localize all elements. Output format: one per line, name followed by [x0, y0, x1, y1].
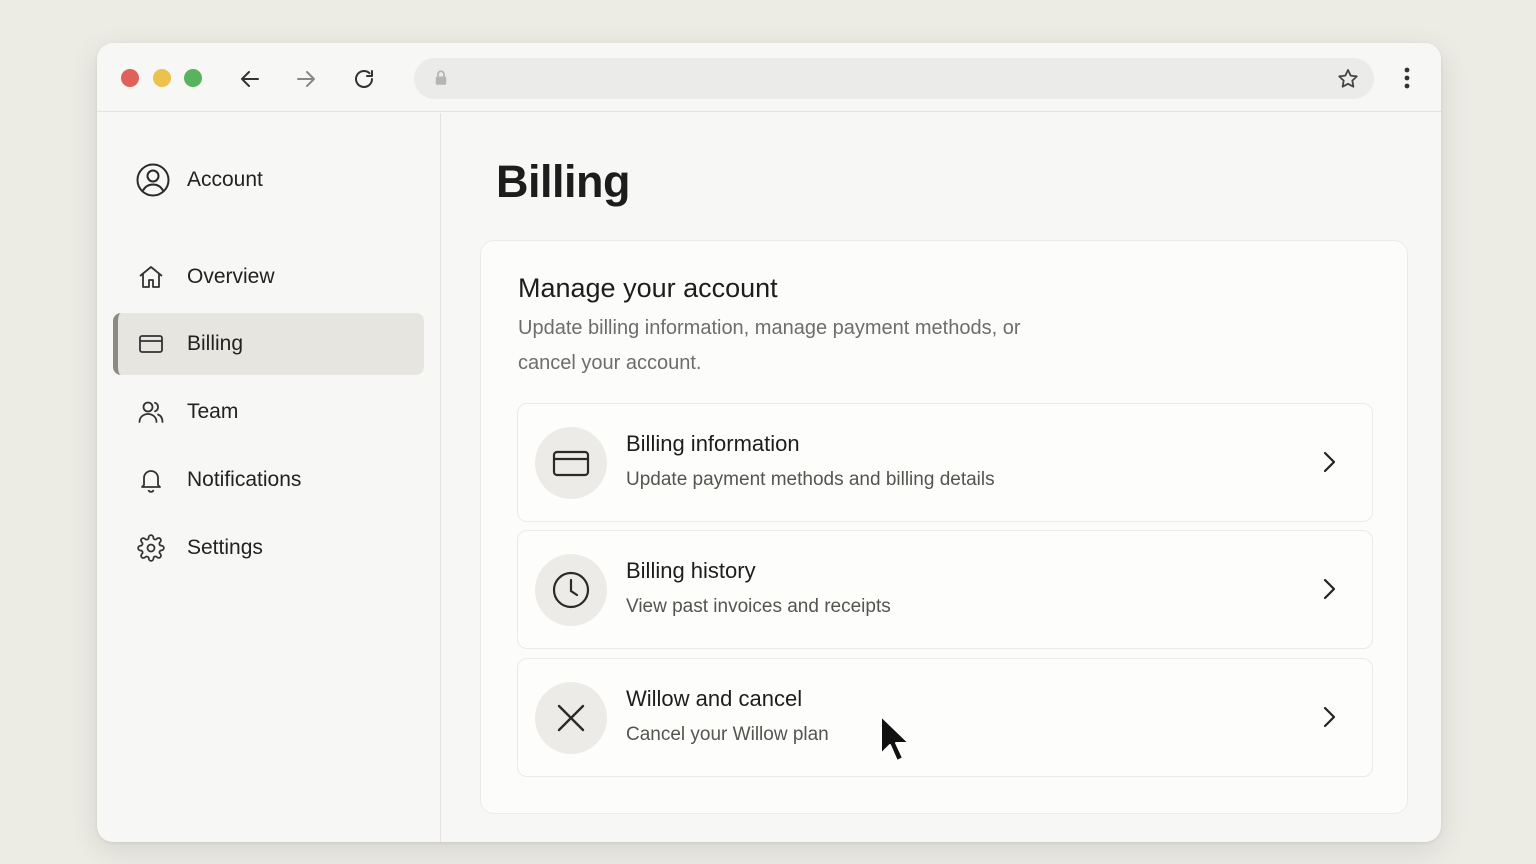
row-title: Billing information — [626, 431, 800, 456]
minimize-window-button[interactable] — [153, 69, 171, 87]
row-subtitle: View past invoices and receipts — [626, 596, 891, 617]
sidebar-item-label: Settings — [187, 536, 263, 559]
forward-button[interactable] — [291, 64, 321, 94]
browser-window: Account Overview Billing Team Notificati… — [97, 43, 1441, 842]
row-subtitle: Cancel your Willow plan — [626, 724, 829, 745]
user-circle-icon — [136, 163, 170, 197]
clock-icon — [552, 571, 590, 609]
address-bar[interactable] — [414, 58, 1374, 99]
sidebar-item-settings[interactable]: Settings — [113, 517, 424, 579]
chevron-right-icon — [1323, 578, 1336, 600]
sidebar-item-notifications[interactable]: Notifications — [113, 449, 424, 511]
account-header[interactable]: Account — [135, 161, 263, 199]
sidebar-item-label: Billing — [187, 332, 244, 355]
back-button[interactable] — [235, 64, 265, 94]
credit-card-icon — [552, 450, 590, 477]
sidebar-item-label: Overview — [187, 265, 275, 288]
row-icon-circle — [535, 554, 607, 626]
sidebar-item-billing[interactable]: Billing — [113, 313, 424, 375]
row-title: Willow and cancel — [626, 686, 803, 711]
bell-icon — [141, 470, 161, 493]
users-icon — [138, 401, 164, 423]
main-content: Billing Manage your account Update billi… — [442, 113, 1441, 842]
sidebar-item-label: Notifications — [187, 468, 302, 491]
star-icon[interactable] — [1336, 67, 1360, 91]
billing-information-row[interactable]: Billing information Update payment metho… — [517, 403, 1373, 522]
row-title: Billing history — [626, 558, 756, 583]
lock-icon — [435, 70, 447, 85]
row-subtitle: Update payment methods and billing detai… — [626, 469, 995, 490]
sidebar-item-label: Team — [187, 400, 239, 423]
chevron-right-icon — [1323, 706, 1336, 728]
account-label: Account — [187, 168, 263, 191]
row-icon-circle — [535, 427, 607, 499]
reload-icon — [355, 70, 373, 88]
forward-arrow-icon — [297, 71, 315, 87]
row-icon-circle — [535, 682, 607, 754]
card-heading: Manage your account — [518, 273, 778, 303]
chevron-right-icon — [1323, 451, 1336, 473]
back-arrow-icon — [241, 71, 259, 87]
home-icon — [139, 266, 163, 288]
reload-button[interactable] — [349, 64, 379, 94]
kebab-menu-icon — [1404, 67, 1410, 89]
gear-icon — [137, 534, 165, 562]
browser-toolbar — [97, 43, 1441, 112]
credit-card-icon — [139, 335, 163, 353]
sidebar-item-team[interactable]: Team — [113, 381, 424, 443]
manage-account-card: Manage your account Update billing infor… — [480, 240, 1408, 814]
maximize-window-button[interactable] — [184, 69, 202, 87]
page-title: Billing — [496, 156, 630, 207]
cancel-plan-row[interactable]: Willow and cancel Cancel your Willow pla… — [517, 658, 1373, 777]
close-icon — [557, 704, 585, 732]
mouse-pointer-icon — [880, 715, 910, 762]
browser-menu-button[interactable] — [1395, 64, 1419, 92]
sidebar: Account Overview Billing Team Notificati… — [97, 113, 441, 842]
sidebar-item-overview[interactable]: Overview — [113, 246, 424, 308]
close-window-button[interactable] — [121, 69, 139, 87]
billing-history-row[interactable]: Billing history View past invoices and r… — [517, 530, 1373, 649]
card-description: Update billing information, manage payme… — [518, 317, 1021, 374]
